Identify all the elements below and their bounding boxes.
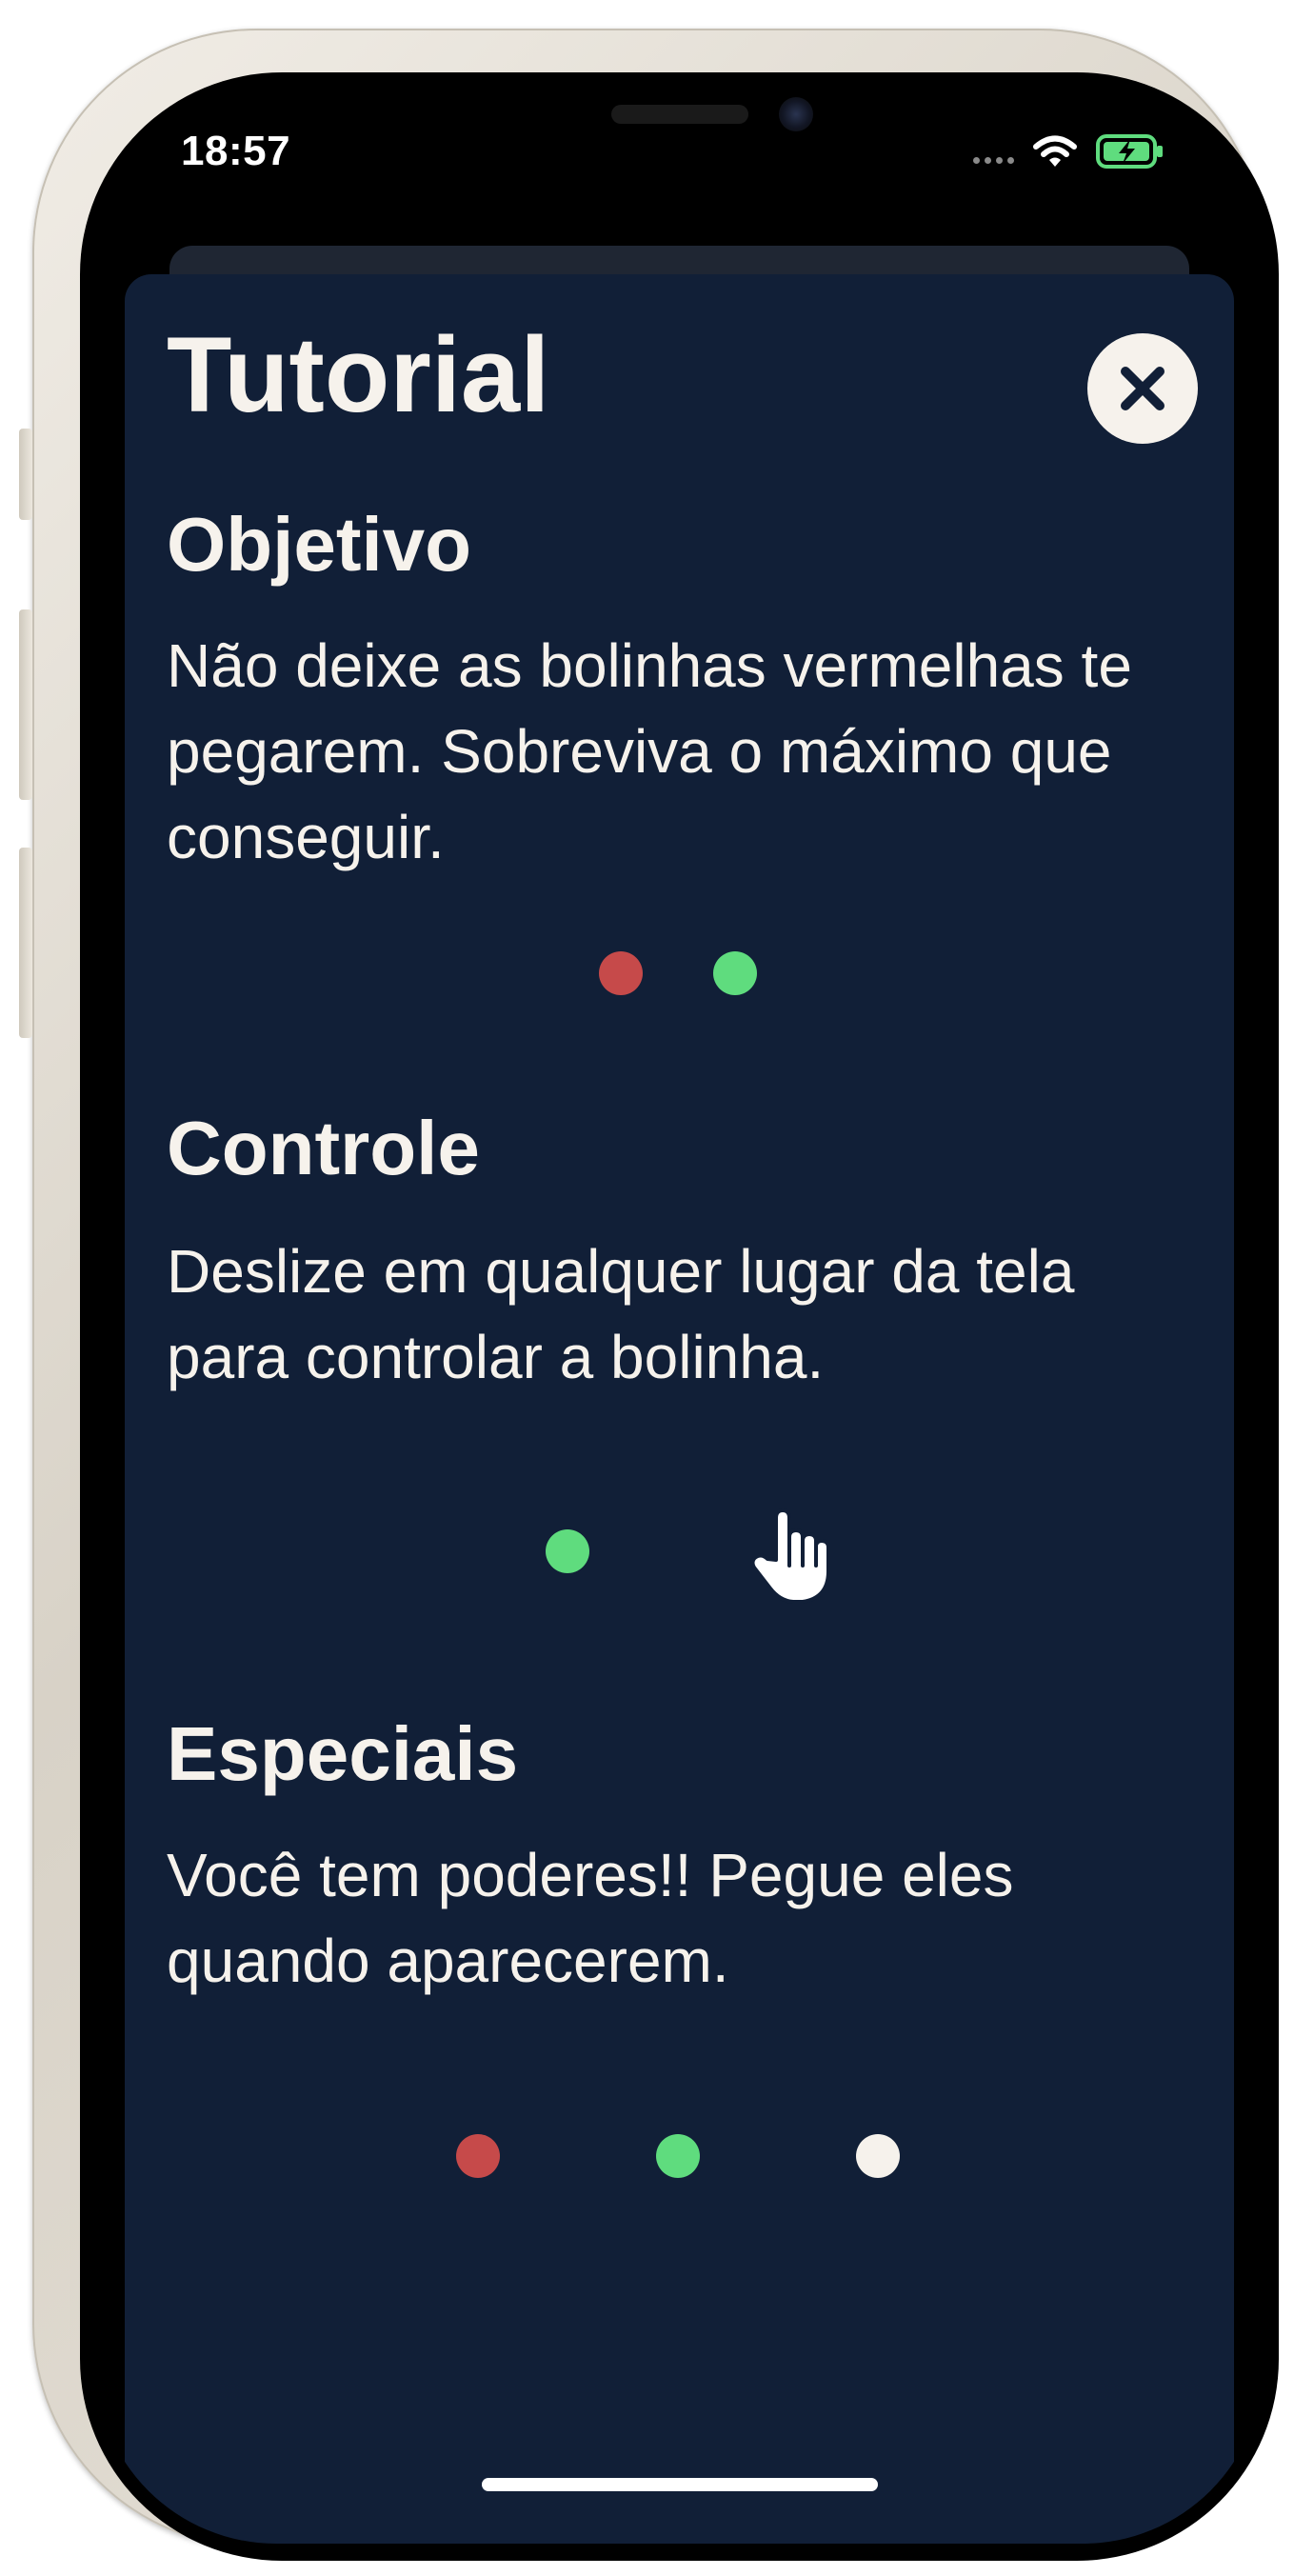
- green-ball: [546, 1529, 589, 1573]
- green-ball: [656, 2134, 700, 2178]
- section-text-controle: Deslize em qualquer lugar da tela para c…: [167, 1237, 1075, 1391]
- screen: Tutorial Objetivo Não deixe as bolinhas …: [95, 90, 1264, 2544]
- phone-frame: Tutorial Objetivo Não deixe as bolinhas …: [19, 29, 1279, 2561]
- volume-down-button: [19, 848, 32, 1038]
- front-camera: [779, 97, 813, 131]
- cellular-signal-icon: [973, 139, 1014, 164]
- section-text-objetivo: Não deixe as bolinhas vermelhas te pegar…: [167, 631, 1132, 871]
- white-ball: [856, 2134, 900, 2178]
- tutorial-sheet: Tutorial Objetivo Não deixe as bolinhas …: [125, 274, 1234, 2544]
- section-title-especiais: Especiais: [167, 1711, 519, 1796]
- battery-charging-icon: [1096, 134, 1163, 169]
- status-time: 18:57: [181, 128, 291, 174]
- green-ball: [713, 951, 757, 995]
- wifi-icon: [1033, 135, 1077, 167]
- silent-switch: [19, 429, 32, 520]
- volume-up-button: [19, 609, 32, 800]
- red-ball: [456, 2134, 500, 2178]
- section-title-controle: Controle: [167, 1106, 480, 1190]
- notch: [381, 88, 979, 202]
- page-title: Tutorial: [167, 315, 550, 434]
- close-button[interactable]: [1087, 333, 1198, 444]
- red-ball: [599, 951, 643, 995]
- section-text-especiais: Você tem poderes!! Pegue eles quando apa…: [167, 1841, 1014, 1995]
- home-indicator[interactable]: [482, 2478, 878, 2491]
- close-icon: [1121, 367, 1165, 410]
- section-title-objetivo: Objetivo: [167, 502, 472, 587]
- status-icons: [973, 133, 1165, 170]
- speaker: [611, 105, 748, 124]
- hand-pointer-icon: [750, 1508, 830, 1604]
